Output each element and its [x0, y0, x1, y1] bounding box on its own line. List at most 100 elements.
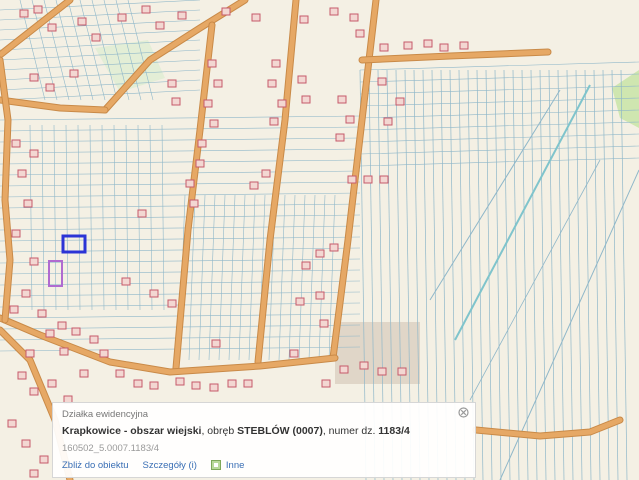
- building: [277, 99, 287, 108]
- building: [167, 299, 177, 308]
- building: [271, 59, 281, 68]
- building: [47, 379, 57, 388]
- building: [29, 257, 39, 266]
- building: [21, 289, 31, 298]
- close-icon[interactable]: [458, 407, 469, 418]
- layers-icon[interactable]: [210, 460, 221, 470]
- popup-title: Krapkowice - obszar wiejski, obręb STEBL…: [62, 425, 410, 437]
- building: [329, 243, 339, 252]
- building: [121, 277, 131, 286]
- building: [459, 41, 469, 50]
- building: [349, 13, 359, 22]
- building: [185, 179, 195, 188]
- building: [267, 79, 277, 88]
- building: [403, 41, 413, 50]
- building: [21, 439, 31, 448]
- popup-actions: Zbliż do obiektu Szczegóły (i) Inne: [62, 460, 244, 471]
- building: [211, 339, 221, 348]
- building: [383, 117, 393, 126]
- building: [47, 23, 57, 32]
- building: [69, 69, 79, 78]
- map-view[interactable]: Działka ewidencyjna Krapkowice - obszar …: [0, 0, 639, 480]
- building: [29, 73, 39, 82]
- parcel-info-popup: Działka ewidencyjna Krapkowice - obszar …: [52, 402, 476, 478]
- building: [9, 305, 19, 314]
- building: [395, 97, 405, 106]
- building: [295, 297, 305, 306]
- building: [29, 387, 39, 396]
- building: [99, 349, 109, 358]
- building: [377, 77, 387, 86]
- building: [77, 17, 87, 26]
- locality-name: Krapkowice - obszar wiejski: [62, 425, 202, 437]
- building: [79, 369, 89, 378]
- building: [329, 7, 339, 16]
- building: [379, 43, 389, 52]
- building: [315, 291, 325, 300]
- building: [11, 139, 21, 148]
- building: [149, 381, 159, 390]
- building: [321, 379, 331, 388]
- building: [363, 175, 373, 184]
- building: [29, 149, 39, 158]
- building: [315, 249, 325, 258]
- building: [301, 95, 311, 104]
- building: [17, 371, 27, 380]
- building: [91, 33, 101, 42]
- building: [339, 365, 349, 374]
- building: [423, 39, 433, 48]
- building: [299, 15, 309, 24]
- building: [171, 97, 181, 106]
- building: [37, 309, 47, 318]
- obreb-name: STEBLÓW (0007): [237, 425, 323, 437]
- details-link[interactable]: Szczegóły (i): [143, 460, 197, 471]
- building: [29, 469, 39, 478]
- building: [207, 59, 217, 68]
- building: [11, 229, 21, 238]
- building: [197, 139, 207, 148]
- building: [227, 379, 237, 388]
- building: [167, 79, 177, 88]
- building: [17, 169, 27, 178]
- building: [319, 319, 329, 328]
- building: [149, 289, 159, 298]
- building: [141, 5, 151, 14]
- building: [133, 379, 143, 388]
- building: [209, 119, 219, 128]
- obreb-label: , obręb: [201, 425, 238, 437]
- building: [117, 13, 127, 22]
- building: [347, 175, 357, 184]
- building: [439, 43, 449, 52]
- building: [7, 419, 17, 428]
- building: [33, 5, 43, 14]
- building: [249, 181, 259, 190]
- building: [301, 261, 311, 270]
- building: [45, 83, 55, 92]
- building: [137, 209, 147, 218]
- building: [191, 381, 201, 390]
- building: [213, 79, 223, 88]
- building: [89, 335, 99, 344]
- other-link[interactable]: Inne: [226, 460, 245, 471]
- building: [243, 379, 253, 388]
- building: [345, 115, 355, 124]
- building: [195, 159, 205, 168]
- building: [177, 11, 187, 20]
- building: [261, 169, 271, 178]
- building: [289, 349, 299, 358]
- parcel-number: 1183/4: [378, 425, 410, 437]
- building: [19, 9, 29, 18]
- zoom-to-object-link[interactable]: Zbliż do obiektu: [62, 460, 129, 471]
- building: [25, 349, 35, 358]
- building: [189, 199, 199, 208]
- building: [71, 327, 81, 336]
- building: [175, 377, 185, 386]
- building: [359, 361, 369, 370]
- building: [115, 369, 125, 378]
- building: [355, 29, 365, 38]
- building: [221, 7, 231, 16]
- building: [155, 21, 165, 30]
- building: [39, 455, 49, 464]
- building: [397, 367, 407, 376]
- building: [45, 329, 55, 338]
